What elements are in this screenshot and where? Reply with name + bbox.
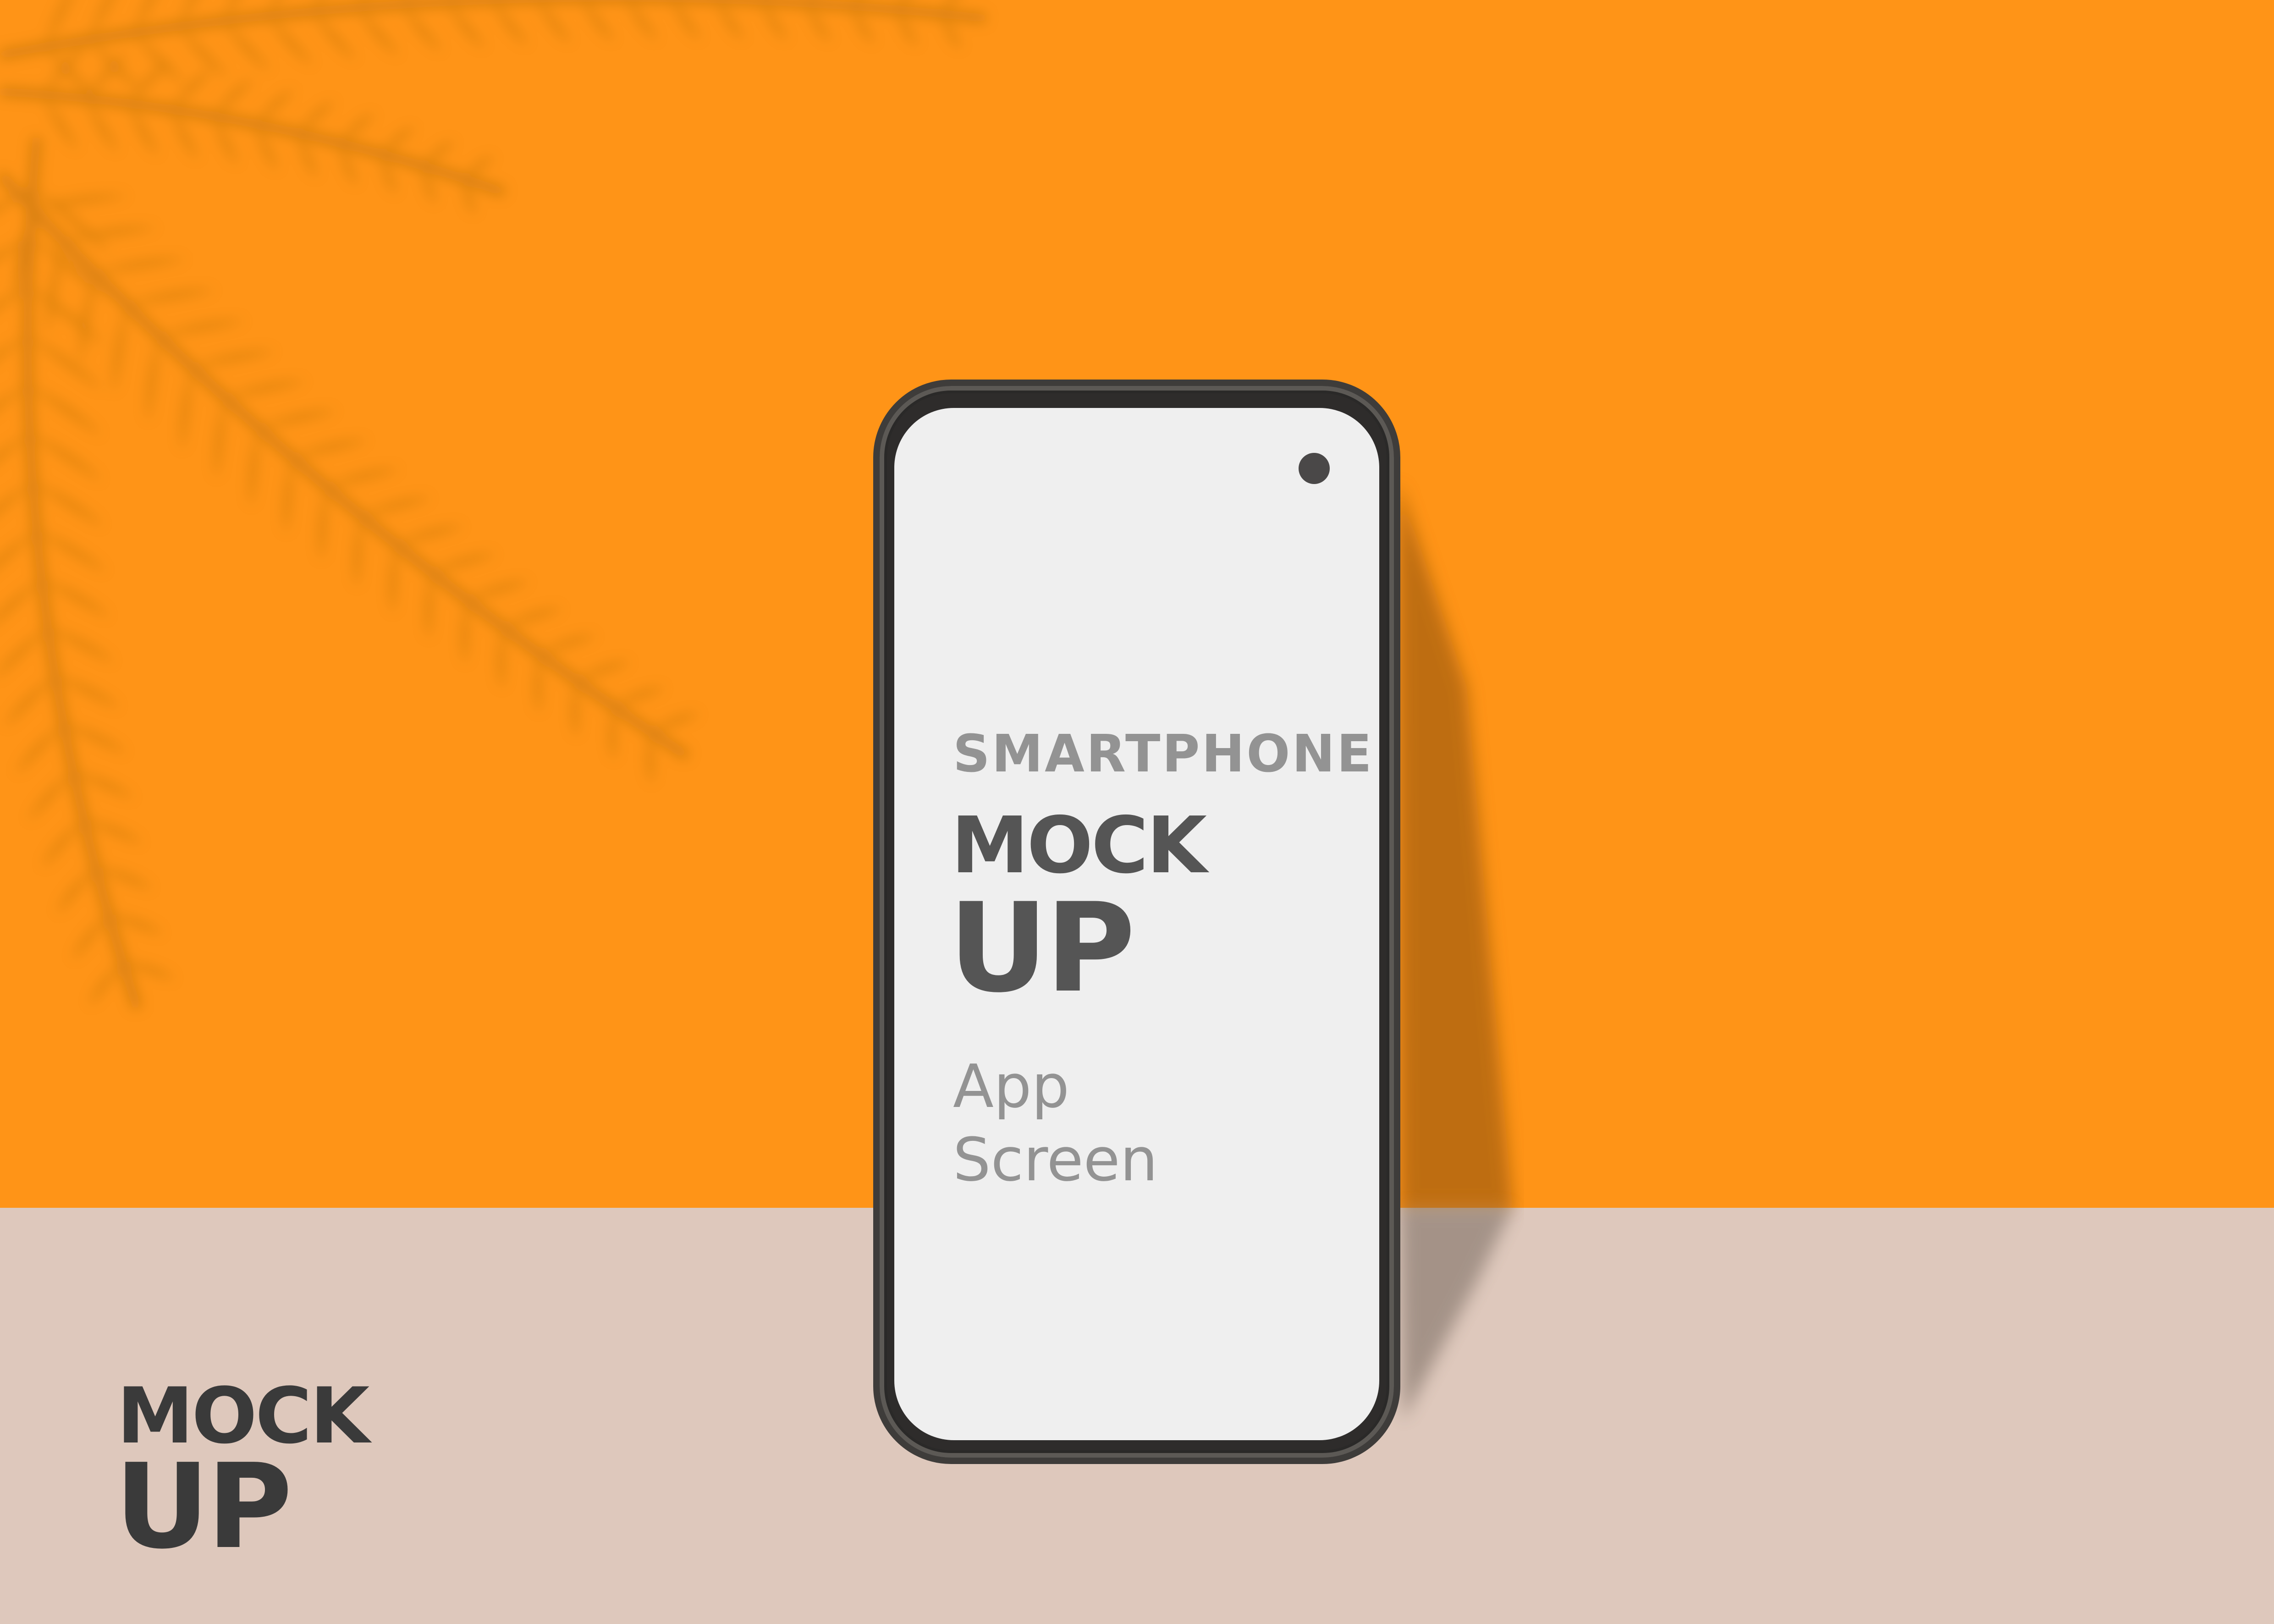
leaflet xyxy=(72,914,109,961)
leaflet xyxy=(466,581,530,600)
leaflet xyxy=(390,543,396,614)
leaflet xyxy=(28,384,102,437)
leaflet xyxy=(133,33,186,84)
leaf-rib xyxy=(0,87,506,198)
phone-screen: SMARTPHONE MOCK UP App Screen xyxy=(894,408,1379,1440)
leaflet xyxy=(28,286,105,346)
front-camera-icon xyxy=(1299,453,1330,484)
leaflet xyxy=(537,0,572,44)
leaflet xyxy=(249,427,258,508)
smartphone: SMARTPHONE MOCK UP App Screen xyxy=(873,380,1400,1464)
leaflet xyxy=(128,60,171,104)
leaflet xyxy=(422,142,455,166)
leaflet xyxy=(430,554,497,572)
leaflet xyxy=(716,0,744,40)
leaflet xyxy=(57,866,96,914)
leaflet xyxy=(147,335,159,423)
leaflet xyxy=(326,469,400,486)
leaflet xyxy=(48,626,115,664)
leaflet xyxy=(357,7,399,56)
screen-subtitle: App Screen xyxy=(953,1050,1158,1196)
screen-label: SMARTPHONE xyxy=(953,724,1374,784)
screen-subtitle-line2: Screen xyxy=(953,1125,1158,1195)
leaflet xyxy=(572,679,578,738)
leaflet xyxy=(395,526,464,544)
leaflet xyxy=(297,101,335,133)
leaflet xyxy=(4,675,55,728)
leaflet xyxy=(28,771,73,821)
leaflet xyxy=(402,4,442,52)
leaflet xyxy=(181,366,192,452)
leaflet xyxy=(0,481,33,512)
leaflet xyxy=(43,94,78,150)
leaflet xyxy=(360,497,432,515)
leaflet xyxy=(126,290,216,304)
leaflet xyxy=(94,259,187,272)
leaflet xyxy=(0,626,48,675)
leaflet xyxy=(462,599,468,665)
leaflet xyxy=(498,626,504,690)
leaflet xyxy=(36,529,107,573)
leaflet xyxy=(213,79,253,116)
leaflet xyxy=(255,89,294,124)
leaflet xyxy=(30,432,103,482)
leaflet xyxy=(215,397,225,480)
leaflet xyxy=(609,705,615,761)
leaflet xyxy=(292,440,369,457)
leaflet xyxy=(33,481,104,528)
leaflet xyxy=(42,818,84,868)
leaflet xyxy=(319,486,326,562)
leaflet xyxy=(16,722,64,775)
leaflet xyxy=(535,653,541,714)
leaflet xyxy=(380,127,415,154)
leaflet xyxy=(28,335,103,391)
leaflet xyxy=(425,572,432,640)
leaflet xyxy=(284,457,292,535)
leaflet xyxy=(62,227,158,240)
leaflet xyxy=(647,731,653,784)
leaflet xyxy=(627,0,658,41)
leaflet xyxy=(502,608,563,627)
screen-title-line1: MOCK xyxy=(951,800,1207,891)
leaflet xyxy=(0,529,37,565)
leaflet xyxy=(258,411,337,427)
leaflet xyxy=(612,688,665,706)
leaf-rib xyxy=(0,171,691,761)
leaflet xyxy=(224,381,307,397)
leaflet xyxy=(41,578,110,618)
leaflet xyxy=(158,320,246,336)
leaflet xyxy=(312,11,357,61)
screen-subtitle-line1: App xyxy=(953,1051,1069,1121)
screen-title-line2: UP xyxy=(948,877,1135,1020)
leaflet xyxy=(491,0,529,46)
leaflet xyxy=(191,351,276,367)
leaflet xyxy=(650,713,700,732)
leaflet xyxy=(89,961,122,1007)
leaflet xyxy=(113,304,127,394)
logo-line2: UP xyxy=(115,1439,292,1575)
leaflet xyxy=(354,515,361,589)
leaflet xyxy=(582,0,615,42)
leaflet xyxy=(539,635,597,654)
leaflet xyxy=(178,26,228,77)
leaflet xyxy=(575,661,631,680)
leaflet xyxy=(223,21,271,71)
leaflet xyxy=(268,16,314,66)
leaflet xyxy=(0,578,42,619)
leaflet xyxy=(446,2,485,49)
leaflet xyxy=(672,0,701,40)
leaflet xyxy=(339,114,375,143)
leaflet xyxy=(463,157,494,179)
